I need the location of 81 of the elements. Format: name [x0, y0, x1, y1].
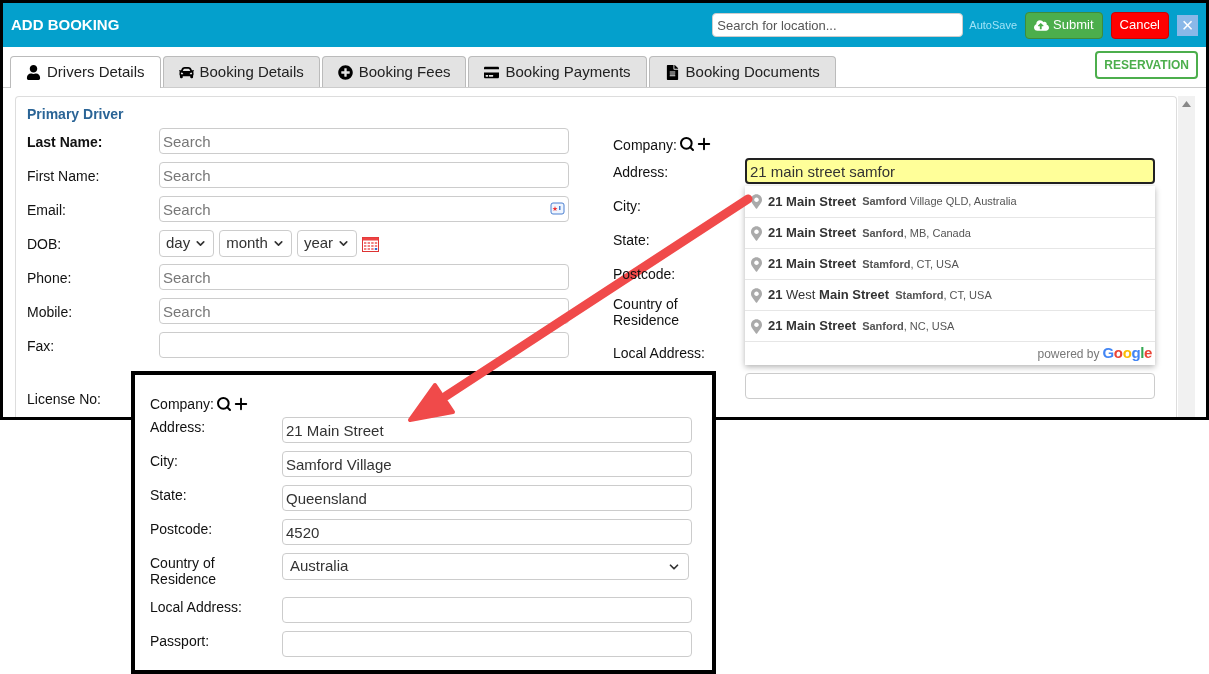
- text-field[interactable]: 4520: [282, 519, 692, 545]
- date-dropdown[interactable]: month: [219, 230, 292, 257]
- suggestion-item[interactable]: 21 Main Street Samford Village QLD, Australia: [745, 186, 1155, 217]
- text-field[interactable]: [159, 332, 569, 358]
- credit-card-icon: [484, 64, 500, 80]
- cloud-upload-icon: [1034, 17, 1050, 33]
- tab[interactable]: Booking Documents: [648, 56, 836, 87]
- window-title: ADD BOOKING: [11, 14, 121, 35]
- search-icon[interactable]: [215, 396, 232, 412]
- email-field[interactable]: Search: [159, 196, 569, 222]
- field-label: Email:: [27, 201, 67, 220]
- suggestion-location: Stamford, CT, USA: [862, 256, 959, 272]
- field-label: Company:: [150, 394, 214, 414]
- tab[interactable]: Booking Details: [162, 56, 320, 87]
- field-label: Country of Residence: [150, 554, 218, 587]
- text-field[interactable]: Queensland: [282, 485, 692, 511]
- suggestion-location: Sanford, NC, USA: [862, 318, 955, 334]
- map-pin-icon: [751, 194, 762, 209]
- search-icon[interactable]: [678, 136, 695, 152]
- suggestion-item[interactable]: 21 Main Street Sanford, NC, USA: [745, 310, 1155, 341]
- map-pin-icon: [751, 225, 762, 241]
- powered-by-text: powered by: [1037, 345, 1100, 363]
- field-label: Phone:: [27, 269, 73, 288]
- field-label: State:: [613, 232, 650, 248]
- text-field[interactable]: Search: [159, 162, 569, 188]
- suggestion-item[interactable]: 21 Main Street Stamford, CT, USA: [745, 248, 1155, 279]
- map-pin-icon: [751, 318, 762, 334]
- cancel-button[interactable]: Cancel: [1110, 11, 1169, 39]
- field-label: Postcode:: [150, 520, 214, 537]
- suggestion-text: 21 West Main Street: [768, 286, 890, 305]
- date-dropdown[interactable]: day: [159, 230, 215, 257]
- field-label: Last Name:: [27, 133, 104, 152]
- suggestion-location: Samford Village QLD, Australia: [862, 194, 1017, 210]
- suggestion-location: Stamford, CT, USA: [895, 287, 992, 303]
- field-label: Country of Residence: [613, 296, 681, 328]
- person-icon: [26, 65, 41, 80]
- date-dropdown[interactable]: year: [296, 230, 358, 257]
- text-field[interactable]: Samford Village: [282, 451, 692, 477]
- text-field[interactable]: [282, 597, 692, 623]
- text-field[interactable]: Search: [159, 128, 569, 154]
- suggestion-item[interactable]: 21 West Main Street Stamford, CT, USA: [745, 279, 1155, 310]
- suggestion-text: 21 Main Street: [768, 255, 857, 274]
- text-field[interactable]: Search: [159, 298, 569, 324]
- map-pin-icon: [751, 287, 762, 303]
- location-search-field[interactable]: Search for location...: [712, 13, 964, 37]
- autosave-label: AutoSave: [969, 17, 1018, 33]
- contact-card-icon: [550, 201, 565, 216]
- map-pin-icon: [751, 256, 762, 272]
- field-label: Local Address:: [613, 345, 705, 361]
- suggestion-location: Sanford, MB, Canada: [862, 225, 971, 241]
- suggestion-text: 21 Main Street: [768, 192, 857, 211]
- field-label: Passport:: [150, 632, 211, 649]
- field-label: Address:: [613, 164, 669, 180]
- address-field[interactable]: 21 main street samfor: [745, 158, 1155, 184]
- suggestion-text: 21 Main Street: [768, 317, 857, 336]
- tab[interactable]: Booking Fees: [321, 56, 467, 87]
- field-label: Company:: [613, 137, 677, 153]
- google-logo: Google: [1102, 343, 1152, 364]
- suggestion-text: 21 Main Street: [768, 224, 857, 243]
- field-label: State:: [150, 486, 188, 503]
- field-label: DOB:: [27, 235, 63, 254]
- tab[interactable]: Drivers Details: [10, 56, 161, 88]
- field-label: Mobile:: [27, 303, 74, 322]
- document-icon: [664, 64, 680, 80]
- text-field[interactable]: [745, 373, 1155, 399]
- field-label: First Name:: [27, 167, 101, 186]
- text-field[interactable]: 21 Main Street: [282, 417, 692, 443]
- field-label: Local Address:: [150, 598, 243, 615]
- car-icon: [178, 64, 194, 80]
- field-label: Address:: [150, 418, 207, 435]
- country-dropdown[interactable]: Australia: [282, 553, 689, 580]
- scroll-up-icon[interactable]: [1182, 101, 1191, 107]
- field-label: City:: [150, 452, 179, 469]
- calendar-icon: [362, 235, 380, 252]
- text-field[interactable]: Search: [159, 264, 569, 290]
- field-label: Fax:: [27, 337, 56, 356]
- tab[interactable]: Booking Payments: [468, 56, 647, 87]
- text-field[interactable]: [282, 631, 692, 657]
- suggestion-item[interactable]: 21 Main Street Sanford, MB, Canada: [745, 217, 1155, 248]
- field-label: City:: [613, 198, 641, 214]
- section-title: Primary Driver: [27, 105, 125, 124]
